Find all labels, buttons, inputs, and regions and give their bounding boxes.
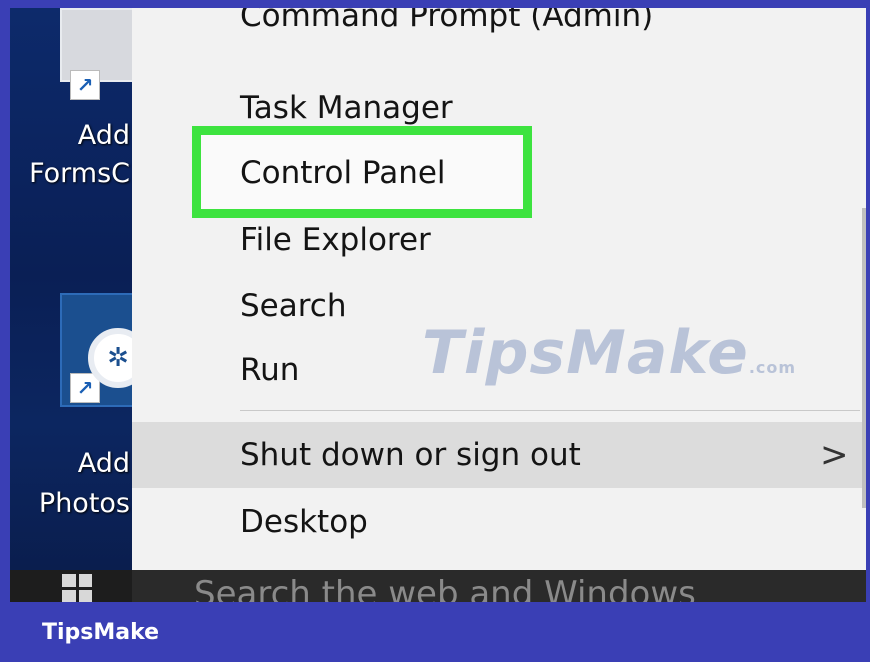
menu-item-label: File Explorer: [240, 222, 431, 258]
taskbar: Search the web and Windows: [10, 570, 866, 602]
menu-item-label: Control Panel: [240, 155, 446, 191]
image-frame: ↗ Add FormsC ↗ ✲ Add Photos Command Prom…: [0, 0, 870, 662]
windows-start-icon[interactable]: [62, 574, 92, 602]
desktop: ↗ Add FormsC ↗ ✲ Add Photos: [10, 8, 150, 602]
search-placeholder: Search the web and Windows: [194, 574, 696, 602]
menu-separator: [240, 410, 860, 411]
menu-item-shut-down-or-sign-out[interactable]: Shut down or sign out >: [132, 422, 866, 488]
brand-label: TipsMake: [42, 620, 160, 645]
desktop-icon-forms-label-1: Add: [77, 120, 130, 151]
watermark-suffix: .com: [748, 358, 797, 377]
menu-item-control-panel[interactable]: Control Panel: [132, 143, 866, 203]
menu-item-file-explorer[interactable]: File Explorer: [132, 210, 866, 270]
watermark: TipsMake.com: [422, 318, 796, 388]
menu-item-label: Search: [240, 288, 347, 324]
taskbar-search-box[interactable]: Search the web and Windows: [132, 570, 866, 602]
shortcut-arrow-icon: ↗: [70, 70, 100, 100]
chevron-right-icon: >: [820, 435, 849, 475]
watermark-text: TipsMake: [422, 318, 749, 388]
desktop-icon-photos-label-1: Add: [77, 448, 130, 479]
scrollbar[interactable]: [862, 208, 866, 508]
menu-item-desktop[interactable]: Desktop: [132, 492, 866, 552]
desktop-icon-photos-label-2: Photos: [38, 488, 130, 519]
menu-item-label: Shut down or sign out: [240, 437, 581, 473]
menu-item-label: Run: [240, 352, 300, 388]
screenshot: ↗ Add FormsC ↗ ✲ Add Photos Command Prom…: [10, 8, 866, 602]
menu-item-label: Desktop: [240, 504, 368, 540]
power-user-menu: Command Prompt (Admin) Task Manager Cont…: [132, 8, 866, 570]
menu-item-command-prompt-admin[interactable]: Command Prompt (Admin): [132, 8, 866, 46]
desktop-icon-forms-label-2: FormsC: [29, 158, 130, 189]
menu-item-label: Command Prompt (Admin): [240, 8, 654, 34]
